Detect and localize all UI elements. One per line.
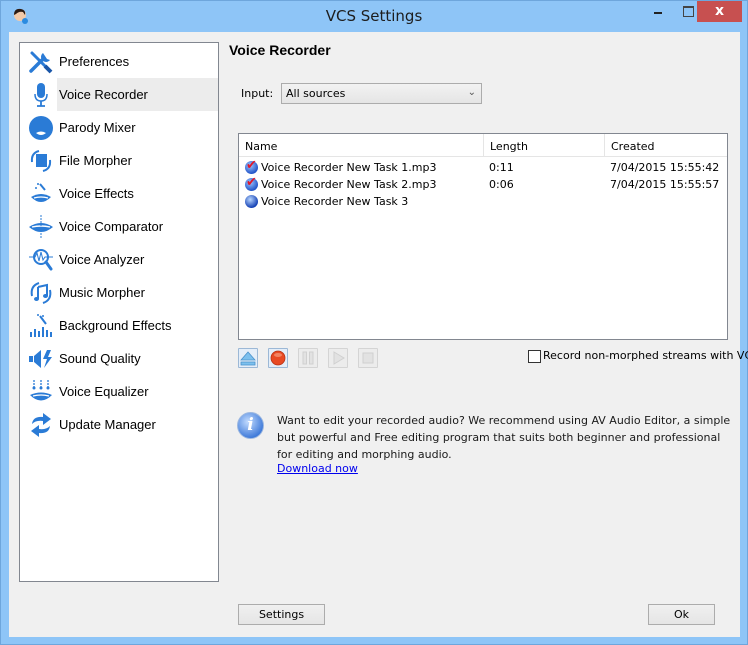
- column-header-name[interactable]: Name: [239, 134, 484, 157]
- settings-button[interactable]: Settings: [238, 604, 325, 625]
- sidebar-item-label: Sound Quality: [59, 351, 141, 366]
- vcs-settings-window: VCS Settings x Preferences Voice Recorde…: [0, 0, 748, 645]
- lips-sliders-icon: [30, 380, 52, 401]
- list-header: Name Length Created: [239, 134, 727, 157]
- sidebar-item-background-effects[interactable]: Background Effects: [20, 309, 218, 342]
- sidebar-item-voice-effects[interactable]: Voice Effects: [20, 177, 218, 210]
- recordings-list[interactable]: Name Length Created Voice Recorder New T…: [238, 133, 728, 340]
- lips-wand-icon: [31, 183, 51, 202]
- wrench-screwdriver-icon: [29, 51, 53, 74]
- settings-sidebar: Preferences Voice Recorder Parody Mixer: [19, 42, 219, 582]
- sidebar-item-label: Update Manager: [59, 417, 156, 432]
- input-source-select[interactable]: All sources ⌄: [281, 83, 482, 104]
- sidebar-item-voice-analyzer[interactable]: Voice Analyzer: [20, 243, 218, 276]
- sidebar-item-label: Voice Analyzer: [59, 252, 145, 267]
- sidebar-item-update-manager[interactable]: Update Manager: [20, 408, 218, 441]
- row-length: 0:11: [489, 161, 514, 174]
- info-message: Want to edit your recorded audio? We rec…: [277, 414, 731, 461]
- sidebar-item-parody-mixer[interactable]: Parody Mixer: [20, 111, 218, 144]
- refresh-arrows-icon: [31, 413, 51, 437]
- column-header-created[interactable]: Created: [605, 134, 727, 157]
- table-row[interactable]: Voice Recorder New Task 2.mp3 0:06 7/04/…: [239, 175, 727, 193]
- input-label: Input:: [241, 87, 274, 100]
- sidebar-item-label: File Morpher: [59, 153, 132, 168]
- pending-status-icon: [245, 195, 258, 208]
- row-name: Voice Recorder New Task 2.mp3: [261, 178, 437, 191]
- sidebar-item-voice-recorder[interactable]: Voice Recorder: [20, 78, 218, 111]
- check-status-icon: [245, 158, 258, 174]
- title-bar[interactable]: VCS Settings x: [1, 1, 747, 31]
- sidebar-item-preferences[interactable]: Preferences: [20, 45, 218, 78]
- stop-button[interactable]: [358, 348, 378, 368]
- row-created: 7/04/2015 15:55:57: [610, 178, 720, 191]
- sidebar-item-label: Preferences: [59, 54, 130, 69]
- sidebar-item-voice-equalizer[interactable]: Voice Equalizer: [20, 375, 218, 408]
- sidebar-item-label: Voice Recorder: [59, 87, 148, 102]
- input-source-value: All sources: [286, 87, 346, 100]
- table-row[interactable]: Voice Recorder New Task 3: [239, 193, 727, 210]
- equalizer-wand-icon: [30, 314, 52, 337]
- chevron-down-icon: ⌄: [467, 87, 476, 98]
- eject-icon: [240, 351, 256, 366]
- minimize-button[interactable]: [646, 1, 672, 22]
- table-row[interactable]: Voice Recorder New Task 1.mp3 0:11 7/04/…: [239, 158, 727, 176]
- sidebar-item-label: Background Effects: [59, 318, 172, 333]
- record-nonmorphed-label[interactable]: Record non-morphed streams with VCS: [543, 349, 748, 362]
- sidebar-item-label: Parody Mixer: [59, 120, 136, 135]
- record-icon: [270, 350, 286, 366]
- microphone-icon: [34, 83, 48, 107]
- record-button[interactable]: [268, 348, 288, 368]
- sidebar-item-label: Voice Effects: [59, 186, 134, 201]
- info-icon: i: [237, 412, 264, 439]
- row-length: 0:06: [489, 178, 514, 191]
- row-created: 7/04/2015 15:55:42: [610, 161, 720, 174]
- waveform-magnifier-icon: [29, 249, 53, 271]
- sidebar-item-sound-quality[interactable]: Sound Quality: [20, 342, 218, 375]
- row-name: Voice Recorder New Task 1.mp3: [261, 161, 437, 174]
- sidebar-item-music-morpher[interactable]: Music Morpher: [20, 276, 218, 309]
- sidebar-item-voice-comparator[interactable]: Voice Comparator: [20, 210, 218, 243]
- sidebar-item-label: Voice Comparator: [59, 219, 164, 234]
- stop-icon: [362, 352, 374, 364]
- speaker-bolt-icon: [29, 350, 52, 368]
- row-name: Voice Recorder New Task 3: [261, 195, 409, 208]
- lips-compare-icon: [29, 215, 53, 239]
- sidebar-item-file-morpher[interactable]: File Morpher: [20, 144, 218, 177]
- file-morph-icon: [30, 150, 52, 172]
- column-header-length[interactable]: Length: [484, 134, 605, 157]
- check-status-icon: [245, 175, 258, 191]
- close-button[interactable]: x: [697, 1, 742, 22]
- sidebar-item-label: Music Morpher: [59, 285, 145, 300]
- dialog-body: Preferences Voice Recorder Parody Mixer: [9, 32, 748, 637]
- pause-icon: [302, 351, 314, 365]
- ok-button[interactable]: Ok: [648, 604, 715, 625]
- window-title: VCS Settings: [325, 7, 423, 25]
- play-button[interactable]: [328, 348, 348, 368]
- play-icon: [333, 351, 345, 365]
- download-now-link[interactable]: Download now: [277, 462, 358, 475]
- sidebar-item-label: Voice Equalizer: [59, 384, 149, 399]
- music-note-icon: [30, 282, 52, 304]
- record-nonmorphed-checkbox[interactable]: [528, 350, 541, 363]
- eject-button[interactable]: [238, 348, 258, 368]
- face-mask-icon: [29, 116, 53, 140]
- pause-button[interactable]: [298, 348, 318, 368]
- page-title: Voice Recorder: [229, 42, 331, 58]
